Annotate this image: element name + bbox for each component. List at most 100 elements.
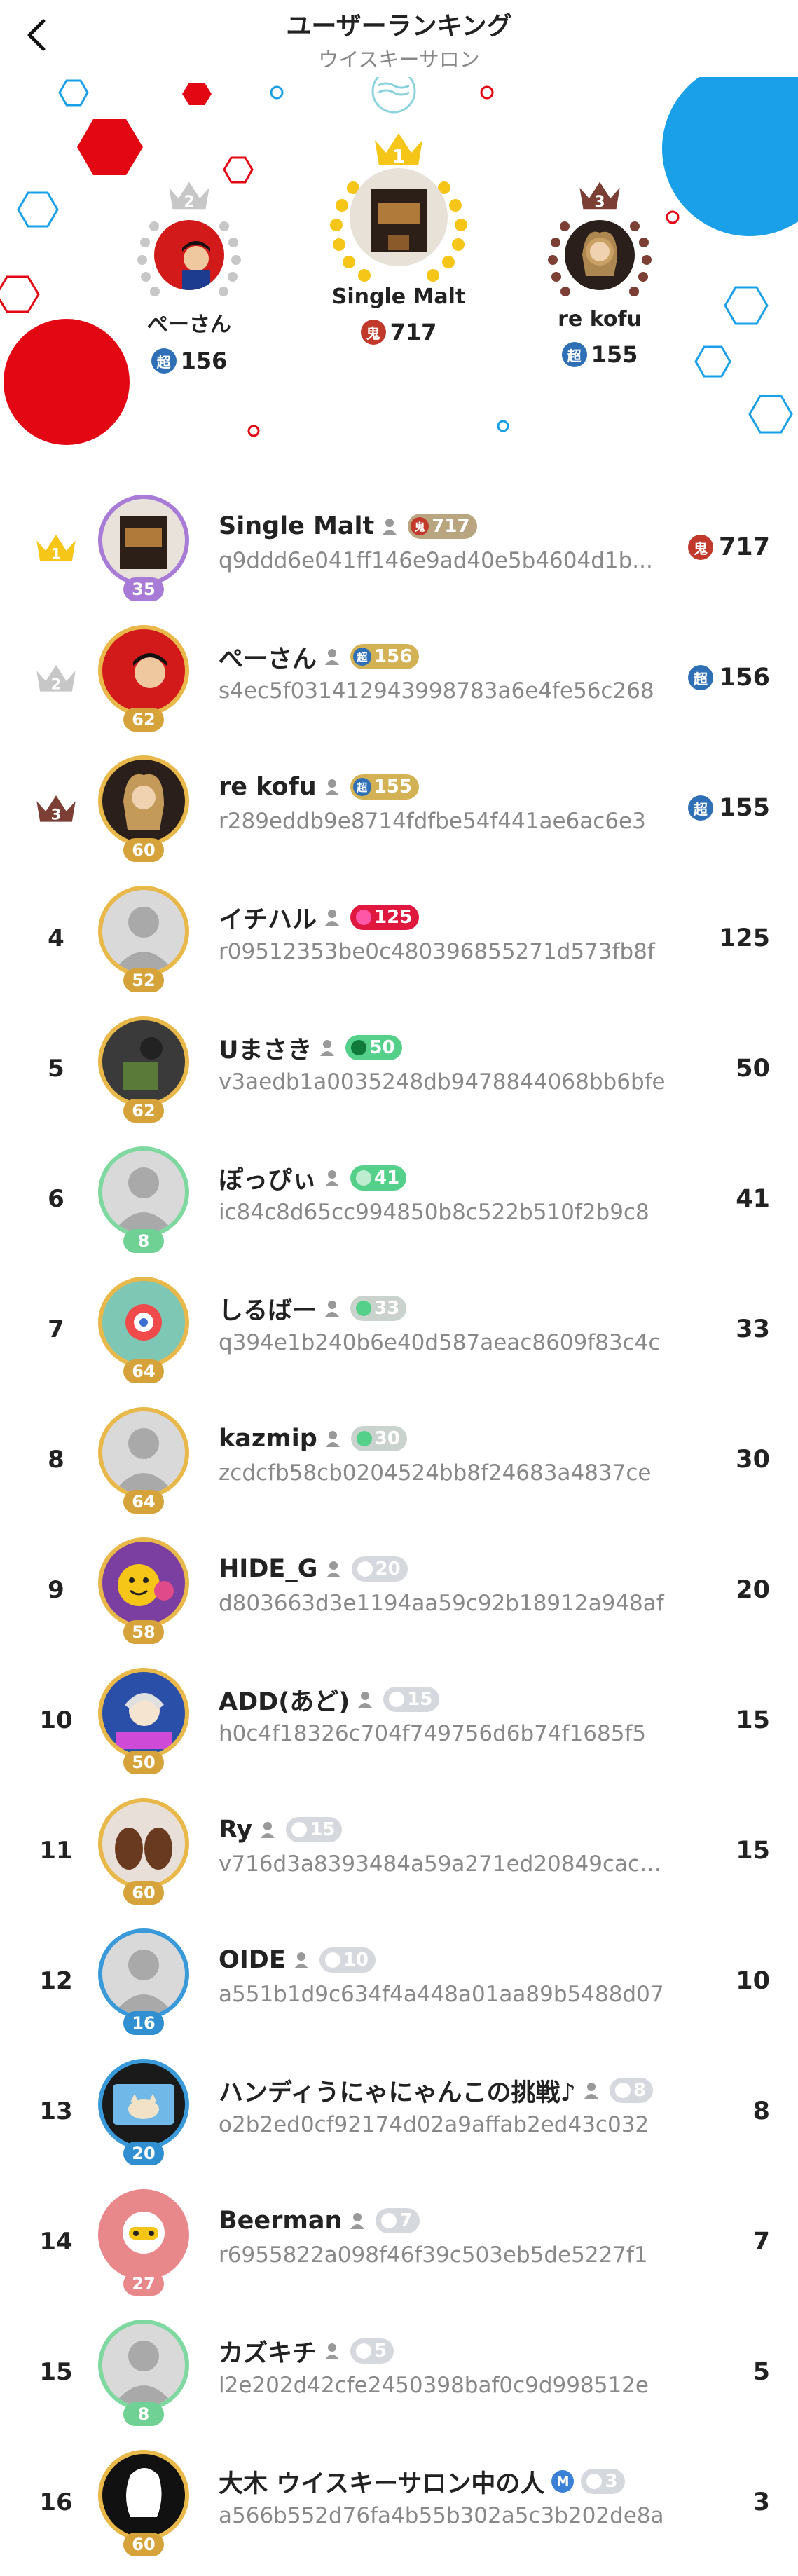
avatar[interactable]: 60 bbox=[98, 2450, 189, 2556]
user-name: Uまさき bbox=[219, 1036, 312, 1064]
score: 33 bbox=[736, 1315, 770, 1343]
points-pill: 125 bbox=[350, 905, 420, 930]
avatar[interactable]: 60 bbox=[98, 1798, 189, 1905]
level-badge: 58 bbox=[123, 1620, 164, 1644]
ranking-row[interactable]: 7 64 しるばー 33 q394e1b240b6e40d587aeac8609… bbox=[0, 1264, 798, 1395]
grey-dot-icon bbox=[614, 2083, 631, 2098]
ranking-row[interactable]: 2 62 ぺーさん 超 156 s4ec5f031412943998783a6e… bbox=[0, 612, 798, 743]
level-badge: 8 bbox=[123, 2402, 164, 2426]
level-badge: 52 bbox=[123, 968, 164, 992]
avatar[interactable]: 35 bbox=[98, 495, 189, 601]
rank-number: 9 bbox=[48, 1576, 64, 1604]
rank-number: 15 bbox=[39, 2358, 73, 2386]
podium-third[interactable]: 3 re kofu 超 155 bbox=[523, 181, 677, 368]
points-pill: 7 bbox=[376, 2208, 420, 2233]
user-name: OIDE bbox=[219, 1946, 286, 1974]
rank-number: 4 bbox=[48, 924, 64, 952]
score: 10 bbox=[736, 1967, 770, 1995]
points-pill: 超 155 bbox=[350, 774, 419, 800]
user-name: ぽっぴぃ bbox=[219, 1166, 317, 1195]
avatar[interactable]: 62 bbox=[98, 1016, 189, 1123]
score: 30 bbox=[736, 1446, 770, 1474]
ranking-row[interactable]: 14 27 Beerman 7 r6955822a098f46f39c503eb… bbox=[0, 2177, 798, 2307]
avatar[interactable]: 64 bbox=[98, 1407, 189, 1514]
person-icon bbox=[325, 910, 340, 926]
ranking-row[interactable]: 9 58 HIDE_G 20 d803663d3e1194aa59c92b189… bbox=[0, 1525, 798, 1655]
level-badge: 64 bbox=[123, 1359, 164, 1383]
user-id: h0c4f18326c704f749756d6b74f1685f5 bbox=[219, 1721, 647, 1746]
ranking-row[interactable]: 11 60 Ry 15 v716d3a8393484a59a271ed20849… bbox=[0, 1786, 798, 1916]
rank-crown: 3 bbox=[28, 743, 84, 873]
rank-crown: 1 bbox=[28, 482, 84, 612]
ranking-row[interactable]: 3 60 re kofu 超 155 r289eddb9e8714fdfbe54… bbox=[0, 743, 798, 873]
page-title: ユーザーランキング bbox=[286, 12, 512, 41]
ranking-row[interactable]: 15 8 カズキチ 5 l2e202d42cfe2450398baf0c9d99… bbox=[0, 2307, 798, 2437]
ranking-row[interactable]: 13 20 ハンディうにゃにゃんこの挑戦♪ 8 o2b2ed0cf92174d0… bbox=[0, 2046, 798, 2177]
avatar bbox=[154, 220, 224, 290]
score: 20 bbox=[736, 1576, 770, 1604]
score: 3 bbox=[752, 2488, 770, 2516]
ranking-row[interactable]: 6 8 ぽっぴぃ 41 ic84c8d65cc994850b8c522b510f… bbox=[0, 1134, 798, 1264]
avatar[interactable]: 27 bbox=[98, 2189, 189, 2296]
level-badge: 50 bbox=[123, 1751, 164, 1774]
ranking-row[interactable]: 1 35 Single Malt 鬼 717 q9ddd6e041ff146e9… bbox=[0, 482, 798, 612]
level-badge: 60 bbox=[123, 838, 164, 862]
user-name: HIDE_G bbox=[219, 1555, 318, 1583]
user-name: しるばー bbox=[219, 1296, 317, 1325]
avatar[interactable]: 8 bbox=[98, 2320, 189, 2426]
ranking-row[interactable]: 5 62 Uまさき 50 v3aedb1a0035248db9478844068… bbox=[0, 1003, 798, 1134]
ranking-row[interactable]: 10 50 ADD(あど) 15 h0c4f18326c704f749756d6… bbox=[0, 1655, 798, 1786]
user-name: イチハル bbox=[219, 905, 317, 934]
podium-second[interactable]: 2 ぺーさん 超 156 bbox=[112, 181, 266, 374]
rank-number: 7 bbox=[48, 1315, 64, 1343]
user-name: カズキチ bbox=[219, 2339, 317, 2368]
ranking-row[interactable]: 4 52 イチハル 125 r09512353be0c480396855271d… bbox=[0, 873, 798, 1003]
avatar[interactable]: 60 bbox=[98, 755, 189, 862]
rank-crown: 2 bbox=[28, 612, 84, 743]
person-icon bbox=[326, 1561, 340, 1577]
ranking-row[interactable]: 12 16 OIDE 10 a551b1d9c634f4a448a01aa89b… bbox=[0, 1916, 798, 2046]
crown-bronze-icon: 3 bbox=[36, 795, 76, 823]
ranking-row[interactable]: 16 60 大木 ウイスキーサロン中の人 M 3 a566b552d76fa4b… bbox=[0, 2437, 798, 2568]
page-subtitle: ウイスキーサロン bbox=[318, 48, 480, 71]
person-icon bbox=[584, 2083, 598, 2099]
score: 超 156 bbox=[687, 612, 770, 743]
avatar[interactable]: 8 bbox=[98, 1146, 189, 1253]
podium-first[interactable]: 1 Single Malt 鬼 717 bbox=[290, 132, 507, 345]
avatar[interactable]: 58 bbox=[98, 1537, 189, 1644]
user-id: r09512353be0c480396855271d573fb8f bbox=[219, 939, 655, 964]
user-id: q394e1b240b6e40d587aeac8609f83c4c bbox=[219, 1330, 661, 1355]
avatar[interactable]: 50 bbox=[98, 1668, 189, 1774]
rank-number: 12 bbox=[39, 1967, 73, 1995]
person-icon bbox=[383, 519, 397, 535]
avatar[interactable]: 62 bbox=[98, 625, 189, 732]
person-icon bbox=[325, 1431, 340, 1447]
rank-number: 14 bbox=[39, 2228, 73, 2256]
user-name: Beerman bbox=[219, 2207, 343, 2235]
svg-text:2: 2 bbox=[51, 676, 62, 693]
avatar[interactable]: 20 bbox=[98, 2059, 189, 2165]
score: 5 bbox=[752, 2358, 770, 2386]
person-icon bbox=[325, 1301, 340, 1317]
score: 7 bbox=[752, 2228, 770, 2256]
points-pill: 10 bbox=[319, 1947, 376, 1973]
cho-badge-icon: 超 bbox=[353, 648, 372, 666]
grey-dot-icon bbox=[389, 1692, 405, 1707]
avatar[interactable]: 16 bbox=[98, 1928, 189, 2035]
user-id: a551b1d9c634f4a448a01aa89b5488d07 bbox=[219, 1982, 664, 2007]
level-badge: 62 bbox=[123, 1099, 164, 1123]
person-icon bbox=[325, 649, 340, 665]
user-id: v3aedb1a0035248db9478844068bb6bfe bbox=[219, 1069, 666, 1095]
ranking-row[interactable]: 8 64 kazmip 30 zcdcfb58cb0204524bb8f2468… bbox=[0, 1395, 798, 1525]
points-pill: 50 bbox=[345, 1035, 402, 1060]
rank-number: 8 bbox=[48, 1446, 64, 1474]
person-icon bbox=[261, 1822, 275, 1838]
user-id: v716d3a8393484a59a271ed20849cac19 bbox=[219, 1851, 667, 1877]
rank-number: 11 bbox=[39, 1837, 73, 1865]
podium-third-points: 超 155 bbox=[523, 341, 677, 368]
avatar[interactable]: 52 bbox=[98, 886, 189, 992]
avatar[interactable]: 64 bbox=[98, 1277, 189, 1383]
points-pill: 30 bbox=[350, 1426, 407, 1451]
header: ユーザーランキング ウイスキーサロン bbox=[0, 0, 798, 77]
points-pill: 15 bbox=[286, 1817, 343, 1842]
